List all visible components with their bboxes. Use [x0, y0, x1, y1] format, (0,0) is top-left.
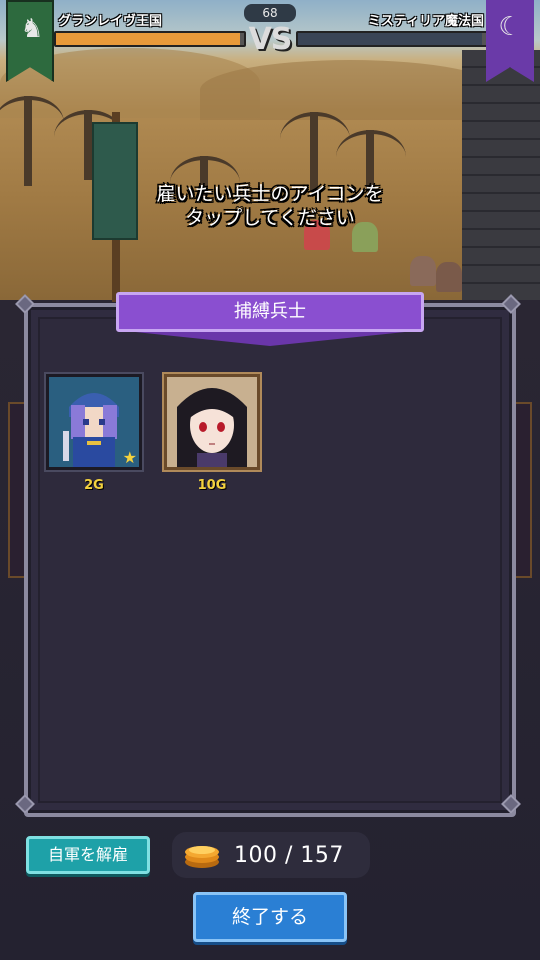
star-icon: ★: [122, 448, 137, 467]
enemy-soldier: [410, 256, 436, 286]
left-kingdom-name: グランレイヴ王国: [58, 14, 163, 29]
dead-tree: [54, 110, 124, 180]
left-army-bar-fill: [56, 33, 241, 45]
unit-card-dark-haired-girl[interactable]: [164, 374, 260, 470]
hire-instruction: 雇いたい兵士のアイコンを タップしてください: [0, 182, 540, 230]
dark-haired-girl-portrait: [167, 377, 257, 467]
dead-tree: [280, 112, 350, 192]
crescent-moon-icon: ☾: [498, 12, 522, 42]
background-hill: [200, 60, 500, 120]
panel-title: 捕縛兵士: [116, 292, 424, 332]
unit-price-blue-soldier: 2G: [84, 478, 104, 493]
lion-crest-icon: ♞: [20, 14, 44, 44]
enemy-soldier: [436, 262, 462, 292]
right-army-bar: [296, 31, 488, 47]
instruction-line-1: 雇いたい兵士のアイコンを: [156, 183, 384, 205]
right-kingdom-name: ミスティリア魔法国: [367, 14, 484, 29]
instruction-line-2: タップしてください: [185, 207, 355, 229]
vs-label: VS: [248, 22, 293, 57]
castle-tower: [462, 50, 540, 300]
unit-price-dark-haired-girl: 10G: [197, 478, 227, 493]
dead-tree: [336, 130, 406, 190]
gold-coin-icon: [185, 846, 219, 868]
end-button[interactable]: 終了する: [193, 892, 347, 942]
right-army-bar-fill: [298, 33, 483, 45]
battle-timer: 68: [244, 4, 296, 22]
dismiss-army-button[interactable]: 自軍を解雇: [26, 836, 150, 874]
dead-tree: [0, 96, 64, 186]
unit-card-blue-soldier[interactable]: ★: [46, 374, 142, 470]
left-army-bar: [54, 31, 246, 47]
gold-amount: 100 / 157: [234, 843, 344, 868]
